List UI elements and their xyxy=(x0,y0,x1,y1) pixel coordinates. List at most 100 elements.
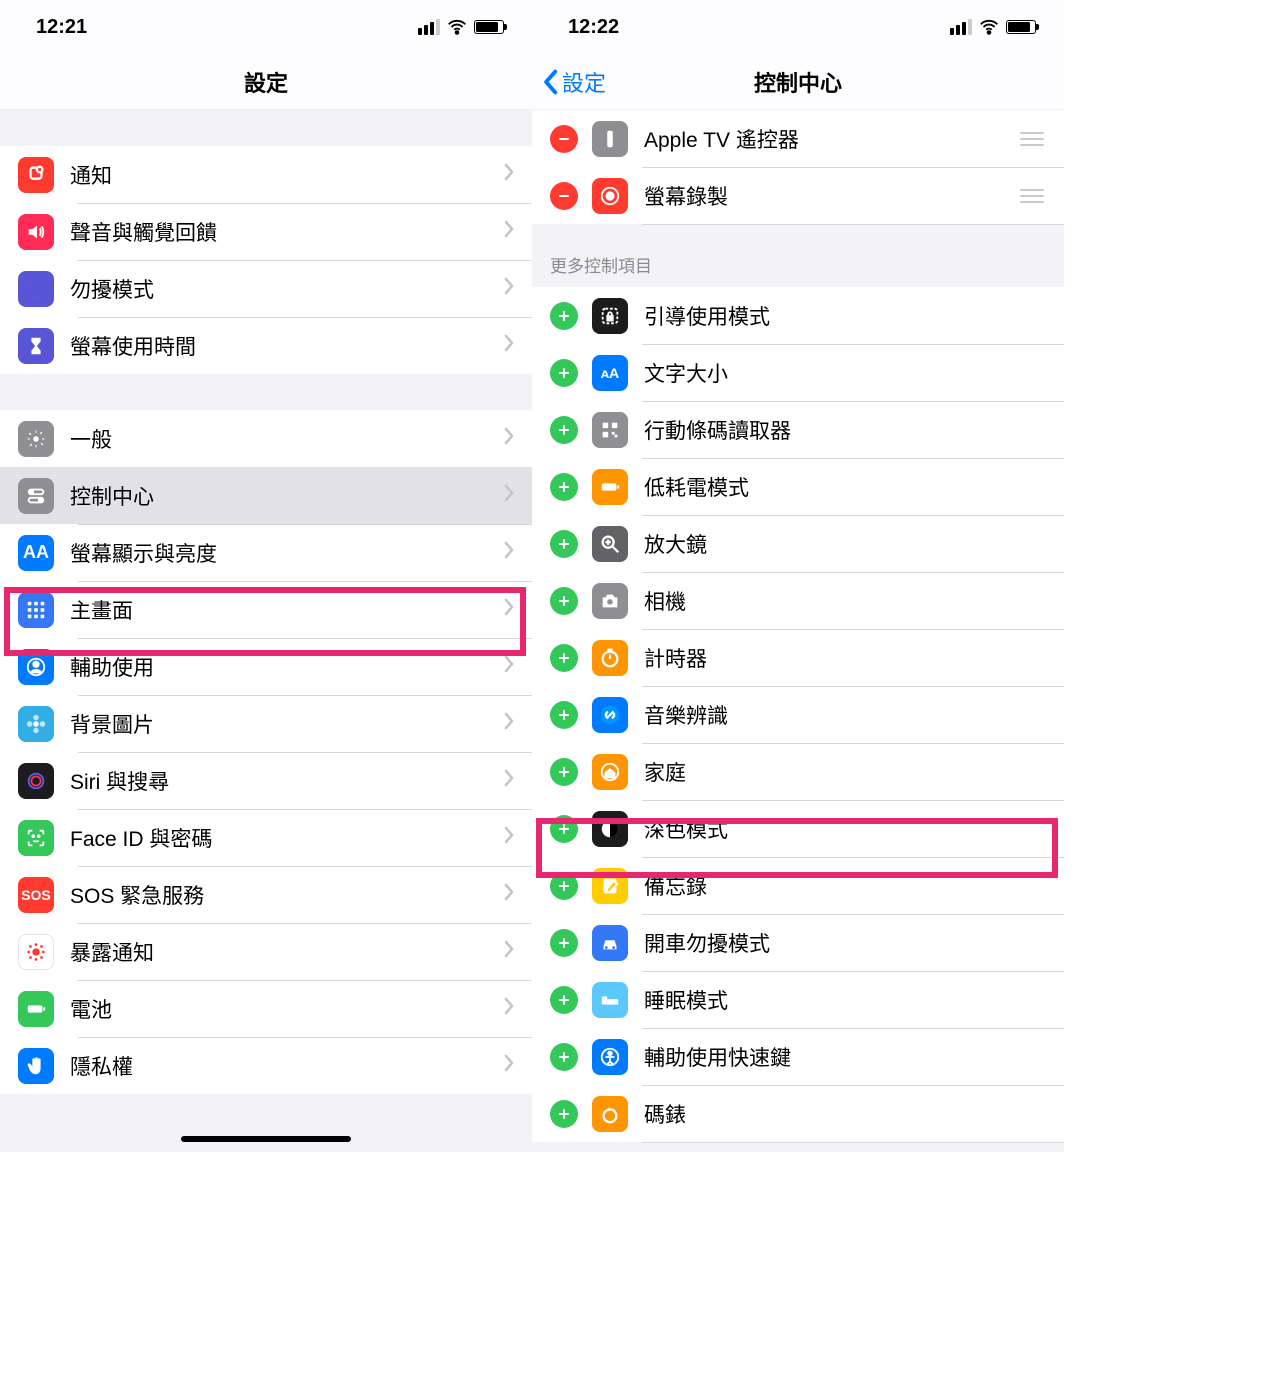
status-time: 12:22 xyxy=(568,16,619,39)
control-row[interactable]: 開車勿擾模式 xyxy=(532,914,1064,971)
settings-row[interactable]: 輔助使用 xyxy=(0,638,532,695)
control-row[interactable]: 輔助使用快速鍵 xyxy=(532,1028,1064,1085)
control-row[interactable]: 螢幕錄製 xyxy=(532,167,1064,224)
nav-bar: 設定 xyxy=(0,54,532,110)
switches-icon xyxy=(18,478,54,514)
settings-row[interactable]: SOS SOS 緊急服務 xyxy=(0,866,532,923)
remove-button[interactable] xyxy=(550,125,578,153)
row-label: 一般 xyxy=(70,424,504,454)
add-button[interactable] xyxy=(550,815,578,843)
settings-row[interactable]: 暴露通知 xyxy=(0,923,532,980)
sos-icon: SOS xyxy=(18,877,54,913)
control-row[interactable]: 深色模式 xyxy=(532,800,1064,857)
control-row[interactable]: 行動條碼讀取器 xyxy=(532,401,1064,458)
control-row[interactable]: 引導使用模式 xyxy=(532,287,1064,344)
row-label: 主畫面 xyxy=(70,595,504,625)
textsize-icon: ᴀA xyxy=(592,355,628,391)
add-button[interactable] xyxy=(550,530,578,558)
control-row[interactable]: 放大鏡 xyxy=(532,515,1064,572)
hand-icon xyxy=(18,1048,54,1084)
row-label: 控制中心 xyxy=(70,481,504,511)
control-row[interactable]: 碼錶 xyxy=(532,1085,1064,1142)
drag-handle-icon[interactable] xyxy=(1018,132,1046,146)
phone-settings: 12:21 設定 通知 聲音與觸覺回饋 勿擾模式 螢幕使用時間 一般 控制中心 … xyxy=(0,0,532,1152)
settings-row[interactable]: 主畫面 xyxy=(0,581,532,638)
settings-row[interactable]: AA 螢幕顯示與亮度 xyxy=(0,524,532,581)
settings-row[interactable]: 螢幕使用時間 xyxy=(0,317,532,374)
row-label: 螢幕顯示與亮度 xyxy=(70,538,504,568)
row-label: Face ID 與密碼 xyxy=(70,823,504,853)
add-button[interactable] xyxy=(550,929,578,957)
row-label: 睡眠模式 xyxy=(644,985,1046,1015)
row-label: 聲音與觸覺回饋 xyxy=(70,217,504,247)
wifi-icon xyxy=(978,16,1000,38)
settings-row[interactable]: 聲音與觸覺回饋 xyxy=(0,203,532,260)
timer-icon xyxy=(592,640,628,676)
chevron-right-icon xyxy=(504,163,514,186)
add-button[interactable] xyxy=(550,644,578,672)
control-row[interactable]: 計時器 xyxy=(532,629,1064,686)
add-button[interactable] xyxy=(550,701,578,729)
lock-icon xyxy=(592,298,628,334)
control-row[interactable]: ᴀA 文字大小 xyxy=(532,344,1064,401)
row-label: Apple TV 遙控器 xyxy=(644,124,1018,154)
add-button[interactable] xyxy=(550,1043,578,1071)
back-button[interactable]: 設定 xyxy=(542,54,606,109)
add-button[interactable] xyxy=(550,758,578,786)
hourglass-icon xyxy=(18,328,54,364)
home-icon xyxy=(592,754,628,790)
chevron-right-icon xyxy=(504,655,514,678)
drag-handle-icon[interactable] xyxy=(1018,189,1046,203)
settings-row[interactable]: 通知 xyxy=(0,146,532,203)
row-label: 計時器 xyxy=(644,643,1046,673)
control-row[interactable]: 音樂辨識 xyxy=(532,686,1064,743)
row-label: 輔助使用 xyxy=(70,652,504,682)
row-label: 文字大小 xyxy=(644,358,1046,388)
row-label: 隱私權 xyxy=(70,1051,504,1081)
wifi-icon xyxy=(446,16,468,38)
included-list: Apple TV 遙控器 螢幕錄製 xyxy=(532,110,1064,224)
control-row[interactable]: 備忘錄 xyxy=(532,857,1064,914)
settings-row[interactable]: 控制中心 xyxy=(0,467,532,524)
add-button[interactable] xyxy=(550,587,578,615)
row-label: 碼錶 xyxy=(644,1099,1046,1129)
qr-icon xyxy=(592,412,628,448)
magnifier-icon xyxy=(592,526,628,562)
gear-icon xyxy=(18,421,54,457)
control-row[interactable]: 低耗電模式 xyxy=(532,458,1064,515)
settings-row[interactable]: 隱私權 xyxy=(0,1037,532,1094)
row-label: 電池 xyxy=(70,994,504,1024)
add-button[interactable] xyxy=(550,473,578,501)
settings-row[interactable]: 電池 xyxy=(0,980,532,1037)
chevron-right-icon xyxy=(504,484,514,507)
add-button[interactable] xyxy=(550,986,578,1014)
row-label: 螢幕使用時間 xyxy=(70,331,504,361)
home-indicator xyxy=(181,1136,351,1142)
control-row[interactable]: Apple TV 遙控器 xyxy=(532,110,1064,167)
settings-row[interactable]: 一般 xyxy=(0,410,532,467)
bell-icon xyxy=(18,157,54,193)
remove-button[interactable] xyxy=(550,182,578,210)
chevron-right-icon xyxy=(504,940,514,963)
darkmode-icon xyxy=(592,811,628,847)
add-button[interactable] xyxy=(550,872,578,900)
row-label: 相機 xyxy=(644,586,1046,616)
settings-row[interactable]: 勿擾模式 xyxy=(0,260,532,317)
add-button[interactable] xyxy=(550,359,578,387)
add-button[interactable] xyxy=(550,302,578,330)
settings-row[interactable]: Face ID 與密碼 xyxy=(0,809,532,866)
row-label: 行動條碼讀取器 xyxy=(644,415,1046,445)
settings-row[interactable]: Siri 與搜尋 xyxy=(0,752,532,809)
row-label: 低耗電模式 xyxy=(644,472,1046,502)
control-row[interactable]: 家庭 xyxy=(532,743,1064,800)
siri-icon xyxy=(18,763,54,799)
grid-icon xyxy=(18,592,54,628)
control-row[interactable]: 睡眠模式 xyxy=(532,971,1064,1028)
settings-row[interactable]: 背景圖片 xyxy=(0,695,532,752)
add-button[interactable] xyxy=(550,1100,578,1128)
chevron-right-icon xyxy=(504,427,514,450)
status-bar: 12:21 xyxy=(0,0,532,54)
control-row[interactable]: 相機 xyxy=(532,572,1064,629)
add-button[interactable] xyxy=(550,416,578,444)
chevron-right-icon xyxy=(504,826,514,849)
